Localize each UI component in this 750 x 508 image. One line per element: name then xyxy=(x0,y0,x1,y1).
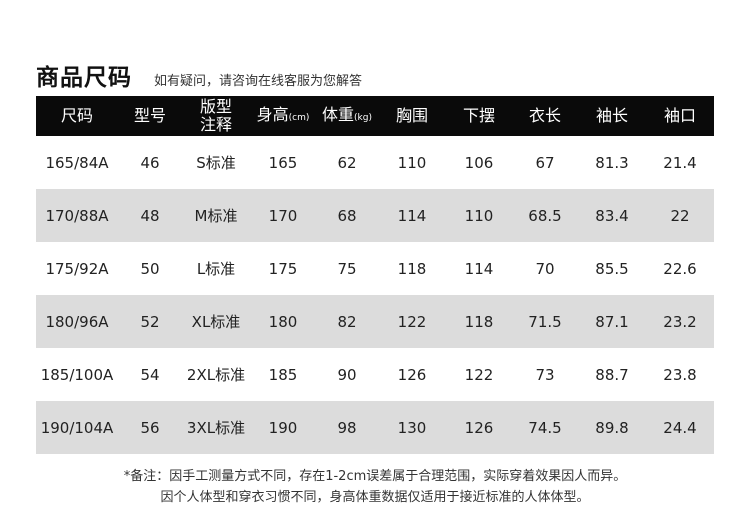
height-unit: (cm) xyxy=(288,112,310,123)
cell-length: 71.5 xyxy=(512,295,578,348)
cell-sleeve-length: 85.5 xyxy=(578,242,646,295)
column-header-length: 衣长 xyxy=(512,96,578,136)
column-header-fit-note: 版型 注释 xyxy=(182,96,250,136)
cell-fit-note: M标准 xyxy=(182,189,250,242)
cell-length: 70 xyxy=(512,242,578,295)
cell-cuff: 21.4 xyxy=(646,136,714,189)
cell-model: 48 xyxy=(118,189,182,242)
cell-length: 74.5 xyxy=(512,401,578,454)
cell-size: 180/96A xyxy=(36,295,118,348)
table-header-row: 尺码 型号 版型 注释 身高(cm) 体重(kg) 胸围 下摆 衣长 袖长 袖口 xyxy=(36,96,714,136)
cell-cuff: 23.8 xyxy=(646,348,714,401)
table-row: 185/100A 54 2XL标准 185 90 126 122 73 88.7 23.8 xyxy=(36,348,714,401)
column-header-chest: 胸围 xyxy=(378,96,446,136)
cell-cuff: 22 xyxy=(646,189,714,242)
column-header-hem: 下摆 xyxy=(446,96,512,136)
cell-weight: 75 xyxy=(316,242,378,295)
cell-model: 54 xyxy=(118,348,182,401)
page-title: 商品尺码 xyxy=(36,65,132,91)
cell-chest: 110 xyxy=(378,136,446,189)
note-line-2: 因个人体型和穿衣习惯不同，身高体重数据仅适用于接近标准的人体体型。 xyxy=(160,490,590,505)
size-chart-header: 商品尺码 如有疑问，请咨询在线客服为您解答 xyxy=(36,58,363,91)
cell-sleeve-length: 88.7 xyxy=(578,348,646,401)
cell-weight: 62 xyxy=(316,136,378,189)
cell-chest: 118 xyxy=(378,242,446,295)
cell-length: 67 xyxy=(512,136,578,189)
cell-cuff: 24.4 xyxy=(646,401,714,454)
cell-chest: 126 xyxy=(378,348,446,401)
cell-weight: 68 xyxy=(316,189,378,242)
column-header-height: 身高(cm) xyxy=(250,96,316,136)
cell-size: 170/88A xyxy=(36,189,118,242)
cell-fit-note: XL标准 xyxy=(182,295,250,348)
cell-chest: 114 xyxy=(378,189,446,242)
cell-weight: 82 xyxy=(316,295,378,348)
size-notes: *备注：因手工测量方式不同，存在1-2cm误差属于合理范围，实际穿着效果因人而异… xyxy=(0,466,750,508)
table-row: 175/92A 50 L标准 175 75 118 114 70 85.5 22.6 xyxy=(36,242,714,295)
column-header-model: 型号 xyxy=(118,96,182,136)
cell-length: 68.5 xyxy=(512,189,578,242)
cell-fit-note: 3XL标准 xyxy=(182,401,250,454)
cell-hem: 118 xyxy=(446,295,512,348)
cell-size: 190/104A xyxy=(36,401,118,454)
cell-size: 175/92A xyxy=(36,242,118,295)
cell-size: 165/84A xyxy=(36,136,118,189)
cell-hem: 106 xyxy=(446,136,512,189)
cell-sleeve-length: 83.4 xyxy=(578,189,646,242)
cell-weight: 98 xyxy=(316,401,378,454)
cell-sleeve-length: 81.3 xyxy=(578,136,646,189)
cell-hem: 126 xyxy=(446,401,512,454)
table-row: 170/88A 48 M标准 170 68 114 110 68.5 83.4 22 xyxy=(36,189,714,242)
weight-unit: (kg) xyxy=(354,112,372,123)
cell-fit-note: L标准 xyxy=(182,242,250,295)
table-row: 190/104A 56 3XL标准 190 98 130 126 74.5 89.8 24.4 xyxy=(36,401,714,454)
cell-height: 185 xyxy=(250,348,316,401)
cell-height: 175 xyxy=(250,242,316,295)
cell-height: 180 xyxy=(250,295,316,348)
cell-sleeve-length: 89.8 xyxy=(578,401,646,454)
cell-height: 190 xyxy=(250,401,316,454)
cell-sleeve-length: 87.1 xyxy=(578,295,646,348)
cell-hem: 122 xyxy=(446,348,512,401)
column-header-sleeve-length: 袖长 xyxy=(578,96,646,136)
cell-fit-note: 2XL标准 xyxy=(182,348,250,401)
cell-model: 46 xyxy=(118,136,182,189)
column-header-weight: 体重(kg) xyxy=(316,96,378,136)
page-subtitle: 如有疑问，请咨询在线客服为您解答 xyxy=(154,74,363,89)
column-header-cuff: 袖口 xyxy=(646,96,714,136)
cell-chest: 130 xyxy=(378,401,446,454)
cell-hem: 114 xyxy=(446,242,512,295)
cell-size: 185/100A xyxy=(36,348,118,401)
table-row: 180/96A 52 XL标准 180 82 122 118 71.5 87.1 23.2 xyxy=(36,295,714,348)
note-line-1: *备注：因手工测量方式不同，存在1-2cm误差属于合理范围，实际穿着效果因人而异… xyxy=(123,469,627,484)
cell-length: 73 xyxy=(512,348,578,401)
cell-model: 56 xyxy=(118,401,182,454)
cell-cuff: 22.6 xyxy=(646,242,714,295)
cell-hem: 110 xyxy=(446,189,512,242)
cell-model: 50 xyxy=(118,242,182,295)
table-row: 165/84A 46 S标准 165 62 110 106 67 81.3 21.4 xyxy=(36,136,714,189)
cell-height: 165 xyxy=(250,136,316,189)
cell-cuff: 23.2 xyxy=(646,295,714,348)
size-table: 尺码 型号 版型 注释 身高(cm) 体重(kg) 胸围 下摆 衣长 袖长 袖口 … xyxy=(36,96,714,454)
cell-height: 170 xyxy=(250,189,316,242)
cell-fit-note: S标准 xyxy=(182,136,250,189)
column-header-size: 尺码 xyxy=(36,96,118,136)
cell-model: 52 xyxy=(118,295,182,348)
cell-weight: 90 xyxy=(316,348,378,401)
cell-chest: 122 xyxy=(378,295,446,348)
